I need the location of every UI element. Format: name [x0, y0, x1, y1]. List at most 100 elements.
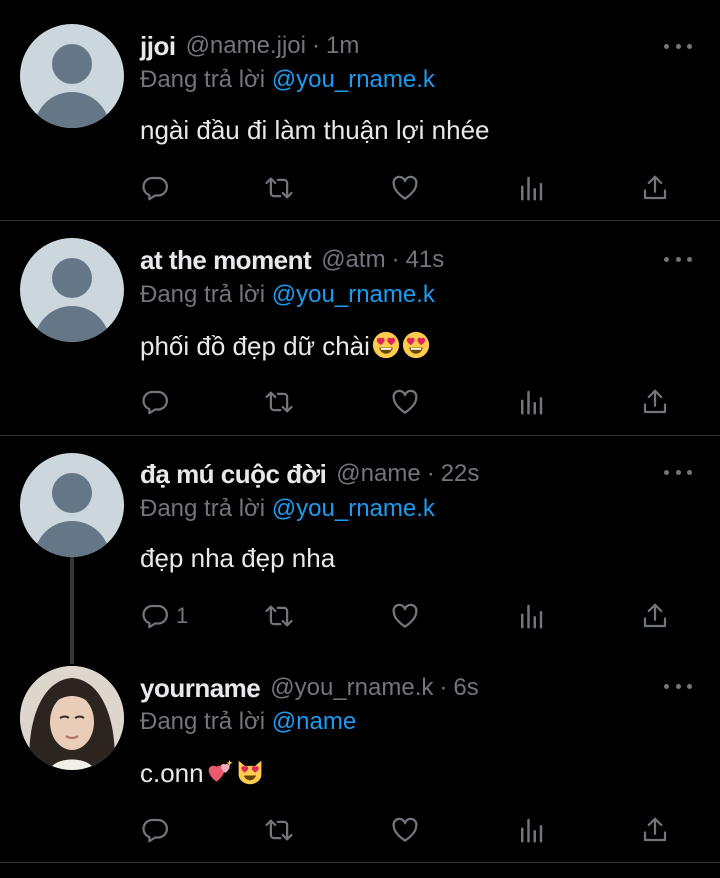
like-button[interactable] [390, 170, 420, 206]
retweet-button[interactable] [264, 384, 294, 420]
retweet-button[interactable] [264, 598, 294, 634]
reply-button[interactable]: 1 [140, 598, 188, 634]
reply-icon [142, 176, 168, 201]
tweet-header: yourname @you_rname.k · 6s [140, 672, 479, 704]
action-bar: 1 [140, 598, 680, 634]
separator-dot: · [426, 460, 435, 487]
reply-button[interactable] [140, 384, 176, 420]
avatar[interactable] [20, 453, 124, 557]
user-handle[interactable]: @atm [321, 246, 385, 274]
more-options-icon[interactable] [664, 36, 692, 56]
share-button[interactable] [640, 598, 670, 634]
user-handle[interactable]: @you_rname.k [270, 674, 433, 702]
action-bar [140, 170, 680, 206]
timestamp[interactable]: 6s [453, 674, 478, 702]
timestamp[interactable]: 22s [441, 460, 480, 488]
more-options-icon[interactable] [664, 249, 692, 269]
replying-to-label: Đang trả lời [140, 66, 266, 93]
tweet-header: at the moment @atm · 41s [140, 244, 444, 276]
like-button[interactable] [390, 812, 420, 848]
default-avatar-body-shape [34, 92, 110, 128]
like-icon [392, 175, 418, 200]
share-button[interactable] [640, 170, 670, 206]
mention-link[interactable]: @you_rname.k [272, 281, 435, 308]
profile-photo [20, 666, 124, 770]
like-button[interactable] [390, 384, 420, 420]
more-options-icon[interactable] [664, 676, 692, 696]
views-icon [521, 818, 543, 843]
share-icon [643, 817, 667, 842]
reply-button[interactable] [140, 170, 176, 206]
separator-dot: · [391, 246, 400, 273]
user-handle[interactable]: @name [336, 460, 420, 488]
action-bar [140, 812, 680, 848]
heart-eyes-emoji [402, 331, 430, 359]
heart-eyes-emoji [372, 331, 400, 359]
like-button[interactable] [390, 598, 420, 634]
retweet-icon [265, 177, 293, 199]
tweet[interactable]: đạ mú cuộc đời @name · 22s Đang trả lời … [0, 436, 720, 650]
retweet-button[interactable] [264, 170, 294, 206]
sparkling-heart-emoji [208, 759, 233, 782]
avatar[interactable] [20, 238, 124, 342]
replying-to: Đang trả lời @you_rname.k [140, 281, 435, 309]
views-button[interactable] [516, 598, 546, 634]
mention-link[interactable]: @name [272, 708, 356, 735]
mention-link[interactable]: @you_rname.k [272, 495, 435, 522]
retweet-icon [265, 819, 293, 841]
tweet-header: đạ mú cuộc đời @name · 22s [140, 458, 479, 490]
tweet-content: c.onn [140, 758, 264, 789]
cat-heart-eyes-emoji [238, 760, 261, 785]
share-button[interactable] [640, 812, 670, 848]
tweet-text: ngài đầu đi làm thuận lợi nhée [140, 115, 490, 145]
views-button[interactable] [516, 384, 546, 420]
replying-to: Đang trả lời @you_rname.k [140, 66, 435, 94]
replying-to: Đang trả lời @name [140, 708, 356, 736]
reply-icon [142, 604, 168, 629]
tweet[interactable]: yourname @you_rname.k · 6s Đang trả lời … [0, 650, 720, 862]
tweet[interactable]: jjoi @name.jjoi · 1m Đang trả lời @you_r… [0, 0, 720, 220]
tweet-text: phối đồ đẹp dữ chài [140, 331, 370, 361]
tweet-divider [0, 862, 720, 863]
avatar[interactable] [20, 666, 124, 770]
views-button[interactable] [516, 170, 546, 206]
user-handle[interactable]: @name.jjoi [186, 32, 306, 60]
retweet-icon [265, 391, 293, 413]
mention-link[interactable]: @you_rname.k [272, 66, 435, 93]
tweet[interactable]: at the moment @atm · 41s Đang trả lời @y… [0, 221, 720, 435]
reply-button[interactable] [140, 812, 176, 848]
views-icon [521, 176, 543, 201]
reply-icon [142, 390, 168, 415]
avatar[interactable] [20, 24, 124, 128]
tweet-header: jjoi @name.jjoi · 1m [140, 30, 359, 62]
views-button[interactable] [516, 812, 546, 848]
timestamp[interactable]: 1m [326, 32, 359, 60]
tweet-content: phối đồ đẹp dữ chài [140, 331, 430, 362]
replying-to-label: Đang trả lời [140, 281, 266, 308]
like-icon [392, 817, 418, 842]
views-icon [521, 604, 543, 629]
share-icon [643, 603, 667, 628]
share-button[interactable] [640, 384, 670, 420]
tweet-text: c.onn [140, 758, 204, 788]
default-avatar-body-shape [34, 306, 110, 342]
display-name[interactable]: jjoi [140, 31, 176, 62]
retweet-button[interactable] [264, 812, 294, 848]
replying-to-label: Đang trả lời [140, 495, 266, 522]
replying-to-label: Đang trả lời [140, 708, 266, 735]
share-icon [643, 389, 667, 414]
separator-dot: · [439, 674, 448, 701]
reply-count: 1 [176, 603, 189, 628]
timestamp[interactable]: 41s [406, 246, 445, 274]
display-name[interactable]: đạ mú cuộc đời [140, 459, 327, 490]
display-name[interactable]: at the moment [140, 245, 312, 276]
share-icon [643, 175, 667, 200]
default-avatar-body-shape [34, 521, 110, 557]
default-avatar-head-shape [52, 258, 92, 298]
tweet-text: đẹp nha đẹp nha [140, 543, 336, 573]
default-avatar-head-shape [52, 44, 92, 84]
separator-dot: · [311, 32, 320, 59]
more-options-icon[interactable] [664, 462, 692, 482]
action-bar [140, 384, 680, 420]
display-name[interactable]: yourname [140, 673, 261, 704]
